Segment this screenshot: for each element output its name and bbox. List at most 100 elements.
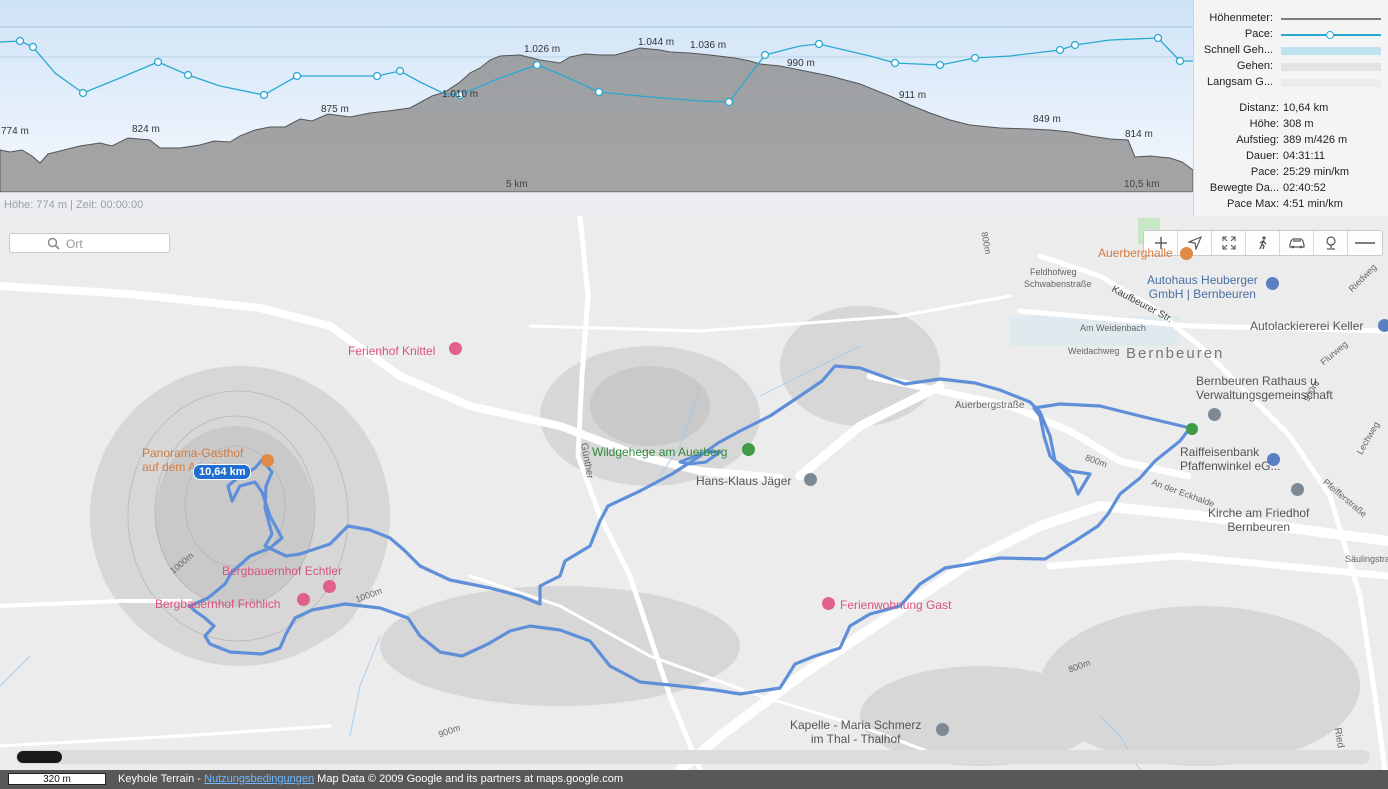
legend-fast-walk: Schnell Geh...	[1194, 43, 1388, 59]
legend-label: Pace:	[1244, 28, 1273, 40]
poi-pin-icon[interactable]	[297, 593, 310, 606]
stat-height: Höhe: 308 m	[1194, 118, 1388, 134]
stat-distance: Distanz: 10,64 km	[1194, 102, 1388, 118]
elevation-label: 814 m	[1125, 129, 1153, 140]
place-button[interactable]	[1314, 231, 1348, 255]
elevation-area	[0, 47, 1193, 192]
map-pin-icon	[1325, 236, 1336, 250]
terms-link[interactable]: Nutzungsbedingungen	[204, 773, 314, 785]
poi-pin-icon[interactable]	[822, 597, 835, 610]
route-viewer-window: 774 m 824 m 875 m 1.026 m 1.044 m 1.036 …	[0, 0, 1388, 789]
poi-pin-icon[interactable]	[1208, 408, 1221, 421]
elevation-label: 774 m	[1, 126, 29, 137]
elevation-label: 990 m	[787, 58, 815, 69]
stat-label: Höhe:	[1249, 118, 1279, 130]
poi-raiffeisenbank[interactable]: Raiffeisenbank Pfaffenwinkel eG...	[1180, 445, 1281, 473]
legend-label: Langsam G...	[1206, 76, 1273, 88]
zoom-out-button[interactable]	[1348, 231, 1382, 255]
poi-rathaus[interactable]: Bernbeuren Rathaus u. Verwaltungsgemeins…	[1196, 374, 1333, 402]
poi-pin-icon[interactable]	[1180, 247, 1193, 260]
poi-auerberghalle[interactable]: Auerberghalle	[1098, 246, 1173, 260]
stat-label: Aufstieg:	[1236, 134, 1279, 146]
stat-label: Dauer:	[1245, 150, 1279, 162]
poi-wildgehege[interactable]: Wildgehege am Auerberg	[592, 445, 727, 459]
poi-pin-icon[interactable]	[804, 473, 817, 486]
poi-pin-icon[interactable]	[323, 580, 336, 593]
map-view[interactable]: Ort Feldhofweg Schwabenstraße Kaufbeurer…	[0, 216, 1388, 770]
legend-fast-walk-swatch	[1281, 47, 1381, 55]
stat-value: 308 m	[1283, 118, 1314, 130]
poi-autolackiererei[interactable]: Autolackiererei Keller	[1250, 319, 1363, 333]
elevation-profile[interactable]: 774 m 824 m 875 m 1.026 m 1.044 m 1.036 …	[0, 0, 1193, 192]
map-footer: 320 m Keyhole Terrain - Nutzungsbedingun…	[0, 770, 1388, 789]
legend-label: Gehen:	[1236, 60, 1273, 72]
stat-ascent: Aufstieg: 389 m/426 m	[1194, 134, 1388, 150]
track-start-flag-icon[interactable]	[1186, 423, 1198, 435]
poi-pin-icon[interactable]	[1267, 453, 1280, 466]
elevation-label: 1.044 m	[638, 37, 675, 48]
track-distance-badge[interactable]: 10,64 km	[193, 464, 252, 480]
legend-slow-walk: Langsam G...	[1194, 75, 1388, 91]
poi-pin-icon[interactable]	[742, 443, 755, 456]
poi-autohaus[interactable]: Autohaus Heuberger GmbH | Bernbeuren	[1147, 273, 1258, 301]
stat-label: Pace Max:	[1227, 198, 1279, 210]
legend-label: Höhenmeter:	[1209, 12, 1273, 24]
walking-icon	[1258, 236, 1266, 250]
poi-pin-icon[interactable]	[449, 342, 462, 355]
stat-duration: Dauer: 04:31:11	[1194, 150, 1388, 166]
street-label: Auerbergstraße	[955, 400, 1025, 411]
stat-value: 389 m/426 m	[1283, 134, 1348, 146]
walking-mode-button[interactable]	[1246, 231, 1280, 255]
street-label: Weidachweg	[1068, 346, 1120, 356]
poi-bergbauernhof-echtler[interactable]: Bergbauernhof Echtler	[222, 564, 342, 578]
stat-label: Distanz:	[1239, 102, 1279, 114]
car-mode-button[interactable]	[1280, 231, 1314, 255]
poi-pin-icon[interactable]	[1291, 483, 1304, 496]
street-label: Säulingstraße	[1345, 554, 1388, 564]
legend-elevation-swatch	[1281, 18, 1381, 20]
poi-kirche[interactable]: Kirche am Friedhof Bernbeuren	[1208, 506, 1309, 534]
stat-label: Bewegte Da...	[1209, 182, 1279, 194]
map-scale-bar: 320 m	[8, 773, 106, 785]
search-placeholder: Ort	[66, 237, 83, 251]
stat-label: Pace:	[1250, 166, 1279, 178]
street-label: Am Weidenbach	[1080, 323, 1146, 333]
poi-ferienhof-knittel[interactable]: Ferienhof Knittel	[348, 344, 435, 358]
scrollbar-thumb[interactable]	[17, 751, 62, 763]
poi-ferienwohnung-gast[interactable]: Ferienwohnung Gast	[840, 598, 951, 612]
poi-pin-icon[interactable]	[261, 454, 274, 467]
horizontal-scrollbar[interactable]	[16, 750, 1370, 764]
attribution-prefix: Keyhole Terrain -	[118, 773, 205, 785]
elevation-label: 911 m	[899, 90, 927, 101]
legend-walk-swatch	[1281, 63, 1381, 71]
fullscreen-button[interactable]	[1212, 231, 1246, 255]
distance-axis-label: 10,5 km	[1124, 179, 1160, 190]
place-search-field[interactable]: Ort	[9, 233, 170, 253]
elevation-label: 824 m	[132, 124, 160, 135]
poi-pin-icon[interactable]	[936, 723, 949, 736]
stat-value: 25:29 min/km	[1283, 166, 1350, 178]
poi-pin-icon[interactable]	[1266, 277, 1279, 290]
stat-value: 04:31:11	[1283, 150, 1326, 162]
search-icon	[47, 237, 60, 250]
poi-bergbauernhof-froehlich[interactable]: Bergbauernhof Fröhlich	[155, 597, 280, 611]
elevation-label: 1.026 m	[524, 44, 561, 55]
stats-panel: Höhenmeter: Pace: Schnell Geh... Gehen: …	[1193, 0, 1388, 216]
stat-value: 4:51 min/km	[1283, 198, 1343, 210]
town-label: Bernbeuren	[1126, 345, 1225, 362]
legend-pace-marker	[1326, 31, 1334, 39]
poi-kapelle[interactable]: Kapelle - Maria Schmerz im Thal - Thalho…	[790, 718, 921, 746]
legend-pace: Pace:	[1194, 27, 1388, 43]
stat-pace: Pace: 25:29 min/km	[1194, 166, 1388, 182]
legend-walk: Gehen:	[1194, 59, 1388, 75]
minus-icon	[1355, 242, 1375, 244]
poi-hans-klaus-jaeger[interactable]: Hans-Klaus Jäger	[696, 474, 791, 488]
street-label: Schwabenstraße	[1024, 279, 1092, 289]
attribution-suffix: Map Data © 2009 Google and its partners …	[314, 773, 624, 785]
poi-pin-icon[interactable]	[1378, 319, 1388, 332]
elevation-chart	[0, 26, 1193, 192]
map-attribution: Keyhole Terrain - Nutzungsbedingungen Ma…	[118, 773, 623, 785]
elevation-label: 849 m	[1033, 114, 1061, 125]
fullscreen-icon	[1221, 236, 1236, 250]
map-toolbar	[1143, 230, 1383, 256]
